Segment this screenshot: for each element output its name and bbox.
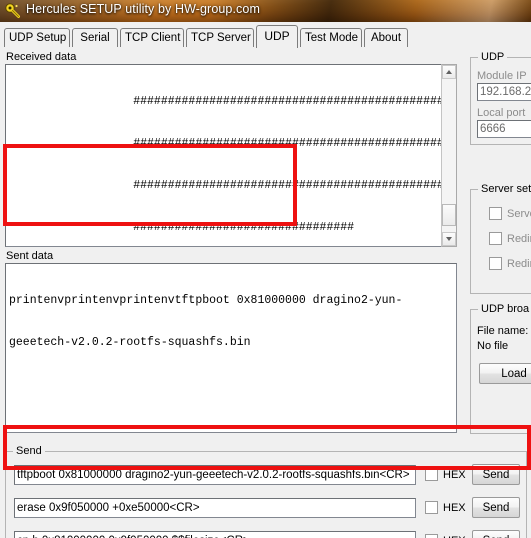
received-data-console[interactable]: ########################################…	[5, 64, 457, 247]
received-line: ########################################…	[9, 137, 451, 150]
title-bar: Hercules SETUP utility by HW-group.com	[0, 0, 531, 22]
tab-test-mode[interactable]: Test Mode	[300, 28, 362, 47]
send-group-legend: Send	[13, 445, 45, 457]
redirect-checkbox-2-label: Redir	[507, 258, 531, 270]
scrollbar-thumb[interactable]	[442, 204, 456, 226]
redirect-checkbox-1-label: Redir	[507, 233, 531, 245]
sent-line: geeetech-v2.0.2-rootfs-squashfs.bin	[9, 336, 251, 349]
udp-broadcast-legend: UDP broa	[478, 303, 531, 315]
file-name-value: No file	[477, 340, 509, 352]
client-area: UDP Setup Serial TCP Client TCP Server U…	[0, 22, 531, 538]
sent-line: printenvprintenvprintenvtftpboot 0x81000…	[9, 294, 403, 307]
received-line: ########################################…	[9, 179, 451, 192]
send-button-1[interactable]: Send	[472, 464, 520, 485]
tab-about[interactable]: About	[364, 28, 408, 47]
received-line: ########################################…	[9, 95, 451, 108]
send-input-3[interactable]: cp.b 0x81000000 0x9f050000 $$filesize<CR…	[14, 531, 416, 538]
tab-tcp-server[interactable]: TCP Server	[186, 28, 254, 47]
tab-strip: UDP Setup Serial TCP Client TCP Server U…	[0, 25, 531, 48]
local-port-input[interactable]: 6666	[477, 120, 531, 138]
sent-data-label: Sent data	[6, 250, 54, 262]
send-hex-checkbox-3[interactable]	[425, 534, 438, 538]
send-button-2[interactable]: Send	[472, 497, 520, 518]
scroll-down-arrow-icon[interactable]	[442, 232, 456, 246]
hercules-window: Hercules SETUP utility by HW-group.com U…	[0, 0, 531, 538]
tab-udp-setup[interactable]: UDP Setup	[4, 28, 70, 47]
redirect-checkbox-2[interactable]	[489, 257, 502, 270]
server-checkbox-label: Serve	[507, 208, 531, 220]
send-button-3[interactable]: Send	[472, 530, 520, 538]
send-hex-label-1: HEX	[443, 469, 466, 481]
send-hex-label-2: HEX	[443, 502, 466, 514]
udp-group-legend: UDP	[478, 51, 508, 63]
received-data-label: Received data	[6, 51, 77, 63]
module-ip-input[interactable]: 192.168.2	[477, 83, 531, 101]
redirect-checkbox-1[interactable]	[489, 232, 502, 245]
local-port-label: Local port	[477, 107, 526, 119]
load-file-button[interactable]: Load	[479, 363, 531, 384]
received-line: ################################	[9, 221, 355, 234]
send-input-2[interactable]: erase 0x9f050000 +0xe50000<CR>	[14, 498, 416, 518]
server-settings-legend: Server set	[478, 183, 531, 195]
tab-tcp-client[interactable]: TCP Client	[120, 28, 184, 47]
send-hex-checkbox-2[interactable]	[425, 501, 438, 514]
hercules-app-icon	[5, 3, 20, 18]
send-hex-checkbox-1[interactable]	[425, 468, 438, 481]
scroll-up-arrow-icon[interactable]	[442, 65, 456, 79]
server-checkbox[interactable]	[489, 207, 502, 220]
window-title: Hercules SETUP utility by HW-group.com	[26, 2, 260, 16]
tab-serial[interactable]: Serial	[72, 28, 118, 47]
send-input-1[interactable]: tftpboot 0x81000000 dragino2-yun-geeetec…	[14, 465, 416, 485]
received-data-scrollbar[interactable]	[441, 64, 457, 247]
file-name-label: File name:	[477, 325, 529, 337]
sent-data-console[interactable]: printenvprintenvprintenvtftpboot 0x81000…	[5, 263, 457, 433]
module-ip-label: Module IP	[477, 70, 527, 82]
tab-udp[interactable]: UDP	[256, 25, 298, 48]
